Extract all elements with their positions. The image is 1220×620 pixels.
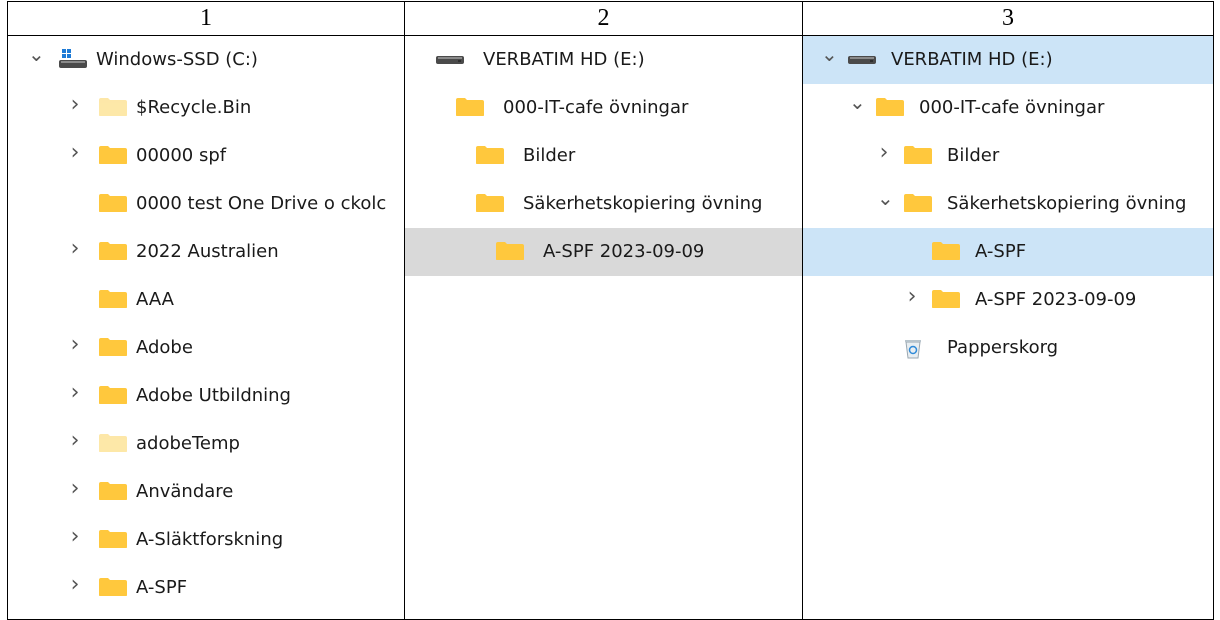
tree-item[interactable]: › A-SPF <box>9 564 404 612</box>
tree-item[interactable]: Bilder <box>406 132 802 180</box>
tree-item-label: Säkerhetskopiering övning <box>523 193 763 214</box>
folder-icon <box>98 289 128 309</box>
tree-item[interactable]: Säkerhetskopiering övning <box>406 180 802 228</box>
folder-icon <box>98 337 128 357</box>
chevron-right-icon[interactable]: › <box>68 94 82 116</box>
tree-item-label: Bilder <box>947 145 1000 166</box>
drive-icon <box>435 49 465 69</box>
folder-icon <box>98 241 128 261</box>
column-header-2: 2 <box>404 1 803 36</box>
tree-item-label: adobeTemp <box>136 433 240 454</box>
folder-icon <box>98 193 128 213</box>
folder-icon <box>931 289 961 309</box>
chevron-right-icon[interactable]: › <box>68 334 82 356</box>
tree-item[interactable]: ⌄ 000-IT-cafe övningar <box>804 84 1213 132</box>
chevron-right-icon[interactable]: › <box>68 238 82 260</box>
tree-item-label: VERBATIM HD (E:) <box>483 49 645 70</box>
tree-item[interactable]: › Användare <box>9 468 404 516</box>
tree-item[interactable]: › 00000 spf <box>9 132 404 180</box>
folder-icon <box>495 241 525 261</box>
tree-item-label: Papperskorg <box>947 337 1059 358</box>
tree-item[interactable]: ⌄ Windows-SSD (C:) <box>9 37 404 85</box>
chevron-down-icon[interactable]: ⌄ <box>849 92 866 112</box>
tree-item-label: 2022 Australien <box>136 241 279 262</box>
chevron-right-icon[interactable]: › <box>68 478 82 500</box>
tree-item[interactable]: Papperskorg <box>804 324 1213 372</box>
tree-pane-1: ⌄ Windows-SSD (C:) › $Recycle.Bin › 00000 spf… <box>7 35 405 620</box>
tree-item[interactable]: › A-Släktforskning <box>9 516 404 564</box>
folder-icon <box>931 241 961 261</box>
tree-item-label: AAA <box>136 289 174 310</box>
tree-item-label: 000-IT-cafe övningar <box>919 97 1105 118</box>
folder-icon <box>475 145 505 165</box>
tree-item-label: $Recycle.Bin <box>136 97 252 118</box>
tree-item[interactable]: › Bilder <box>804 132 1213 180</box>
tree-item[interactable]: ⌄ Säkerhetskopiering övning <box>804 180 1213 228</box>
drive-icon <box>847 49 877 69</box>
tree-item-label: Adobe Utbildning <box>136 385 291 406</box>
chevron-right-icon[interactable]: › <box>68 526 82 548</box>
chevron-right-icon[interactable]: › <box>68 142 82 164</box>
tree-pane-2: VERBATIM HD (E:) 000-IT-cafe övningar Bild… <box>404 35 803 620</box>
folder-icon <box>455 97 485 117</box>
tree-item[interactable]: VERBATIM HD (E:) <box>406 37 802 85</box>
chevron-right-icon[interactable]: › <box>905 286 919 308</box>
tree-item[interactable]: › A-SPF 2023-09-09 <box>804 276 1213 324</box>
tree-pane-3: ⌄ VERBATIM HD (E:) ⌄ 000-IT-cafe övningar › B… <box>802 35 1214 620</box>
folder-icon <box>475 193 505 213</box>
tree-item-label: Användare <box>136 481 234 502</box>
windows-drive-icon <box>58 49 88 71</box>
tree-item-label: Bilder <box>523 145 576 166</box>
chevron-down-icon[interactable]: ⌄ <box>28 44 45 64</box>
tree-item-label: 0000 test One Drive o ckolc <box>136 193 387 214</box>
folder-icon <box>98 385 128 405</box>
folder-icon <box>98 145 128 165</box>
chevron-right-icon[interactable]: › <box>68 430 82 452</box>
recycle-bin-icon <box>903 337 923 359</box>
tree-item[interactable]: › $Recycle.Bin <box>9 84 404 132</box>
tree-item-label: Windows-SSD (C:) <box>96 49 258 70</box>
tree-item[interactable]: A-SPF 2023-09-09 <box>405 228 802 276</box>
tree-item-label: VERBATIM HD (E:) <box>891 49 1053 70</box>
tree-item[interactable]: A-SPF <box>803 228 1213 276</box>
folder-light-icon <box>98 97 128 117</box>
chevron-right-icon[interactable]: › <box>68 574 82 596</box>
folder-icon <box>98 481 128 501</box>
comparison-table: 1 2 3 ⌄ Windows-SSD (C:) › $Recycle.Bin › 000… <box>7 1 1214 620</box>
folder-icon <box>98 577 128 597</box>
tree-item-label: A-SPF 2023-09-09 <box>543 241 705 262</box>
tree-item[interactable]: 0000 test One Drive o ckolc <box>9 180 404 228</box>
tree-item-label: A-Släktforskning <box>136 529 284 550</box>
tree-item[interactable]: › Adobe <box>9 324 404 372</box>
column-header-3: 3 <box>802 1 1214 36</box>
tree-item[interactable]: AAA <box>9 276 404 324</box>
folder-icon <box>903 193 933 213</box>
tree-item-label: A-SPF <box>975 241 1027 262</box>
tree-item[interactable]: ⌄ VERBATIM HD (E:) <box>803 36 1213 84</box>
tree-item[interactable]: › adobeTemp <box>9 420 404 468</box>
chevron-right-icon[interactable]: › <box>877 142 891 164</box>
tree-item-label: Säkerhetskopiering övning <box>947 193 1187 214</box>
tree-item[interactable]: › 2022 Australien <box>9 228 404 276</box>
chevron-right-icon[interactable]: › <box>68 382 82 404</box>
folder-icon <box>903 145 933 165</box>
column-header-1: 1 <box>7 1 405 36</box>
tree-item-label: Adobe <box>136 337 193 358</box>
folder-light-icon <box>98 433 128 453</box>
tree-item-label: 00000 spf <box>136 145 227 166</box>
tree-item-label: A-SPF <box>136 577 188 598</box>
chevron-down-icon[interactable]: ⌄ <box>821 44 838 64</box>
folder-icon <box>875 97 905 117</box>
folder-icon <box>98 529 128 549</box>
tree-item[interactable]: 000-IT-cafe övningar <box>406 84 802 132</box>
tree-item[interactable]: › Adobe Utbildning <box>9 372 404 420</box>
chevron-down-icon[interactable]: ⌄ <box>877 188 894 208</box>
tree-item-label: 000-IT-cafe övningar <box>503 97 689 118</box>
tree-item-label: A-SPF 2023-09-09 <box>975 289 1137 310</box>
